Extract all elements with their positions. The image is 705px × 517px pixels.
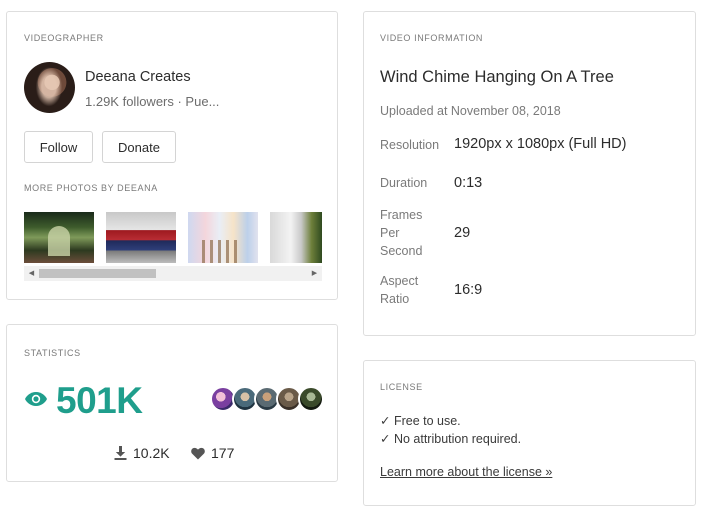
- resolution-value: 1920px x 1080px (Full HD): [454, 136, 627, 152]
- scroll-left-icon[interactable]: ◀: [24, 266, 39, 281]
- aspect-ratio-label: Aspect Ratio: [380, 274, 419, 306]
- license-free-to-use: ✓ Free to use.: [380, 414, 461, 428]
- videographer-section-label: VIDEOGRAPHER: [24, 33, 104, 43]
- videographer-card: VIDEOGRAPHER Deeana Creates 1.29K follow…: [6, 11, 338, 300]
- likes-count: 177: [211, 445, 235, 461]
- downloads-count: 10.2K: [133, 445, 170, 461]
- eye-icon: [25, 392, 47, 406]
- videographer-name[interactable]: Deeana Creates: [85, 69, 191, 85]
- video-title: Wind Chime Hanging On A Tree: [380, 68, 614, 86]
- download-icon: [114, 446, 127, 460]
- fps-value: 29: [454, 225, 471, 241]
- statistics-section-label: STATISTICS: [24, 348, 81, 358]
- heart-icon: [191, 447, 205, 460]
- photo-thumbnail[interactable]: [188, 212, 258, 263]
- aspect-ratio-value: 16:9: [454, 282, 483, 298]
- fps-label: Frames Per Second: [380, 208, 423, 258]
- license-card: LICENSE ✓ Free to use. ✓ No attribution …: [363, 360, 696, 506]
- scroll-right-icon[interactable]: ▶: [307, 266, 322, 281]
- photo-thumbnail[interactable]: [24, 212, 94, 263]
- more-photos-strip: [24, 212, 322, 263]
- donate-button[interactable]: Donate: [102, 131, 176, 163]
- videographer-avatar[interactable]: [24, 62, 75, 113]
- videographer-followers: 1.29K followers · Pue...: [85, 94, 220, 109]
- duration-value: 0:13: [454, 175, 483, 191]
- likes-stat: 177: [191, 445, 234, 461]
- statistics-card: STATISTICS 501K 10.2K 177: [6, 324, 338, 482]
- follow-button[interactable]: Follow: [24, 131, 93, 163]
- license-no-attribution: ✓ No attribution required.: [380, 432, 522, 446]
- upload-date: Uploaded at November 08, 2018: [380, 104, 561, 118]
- views-count: 501K: [56, 380, 143, 421]
- resolution-label: Resolution: [380, 138, 440, 152]
- more-photos-label: MORE PHOTOS BY DEEANA: [24, 183, 158, 193]
- horizontal-scrollbar[interactable]: ◀ ▶: [24, 266, 322, 281]
- video-information-section-label: VIDEO INFORMATION: [380, 33, 484, 43]
- photo-thumbnail[interactable]: [270, 212, 322, 263]
- downloads-stat: 10.2K: [114, 445, 170, 461]
- scrollbar-thumb[interactable]: [39, 269, 156, 278]
- duration-label: Duration: [380, 176, 428, 190]
- photo-thumbnail[interactable]: [106, 212, 176, 263]
- liker-avatars: [210, 386, 324, 412]
- license-section-label: LICENSE: [380, 382, 423, 392]
- avatar[interactable]: [298, 386, 324, 412]
- video-information-card: VIDEO INFORMATION Wind Chime Hanging On …: [363, 11, 696, 336]
- license-learn-more-link[interactable]: Learn more about the license »: [380, 465, 552, 479]
